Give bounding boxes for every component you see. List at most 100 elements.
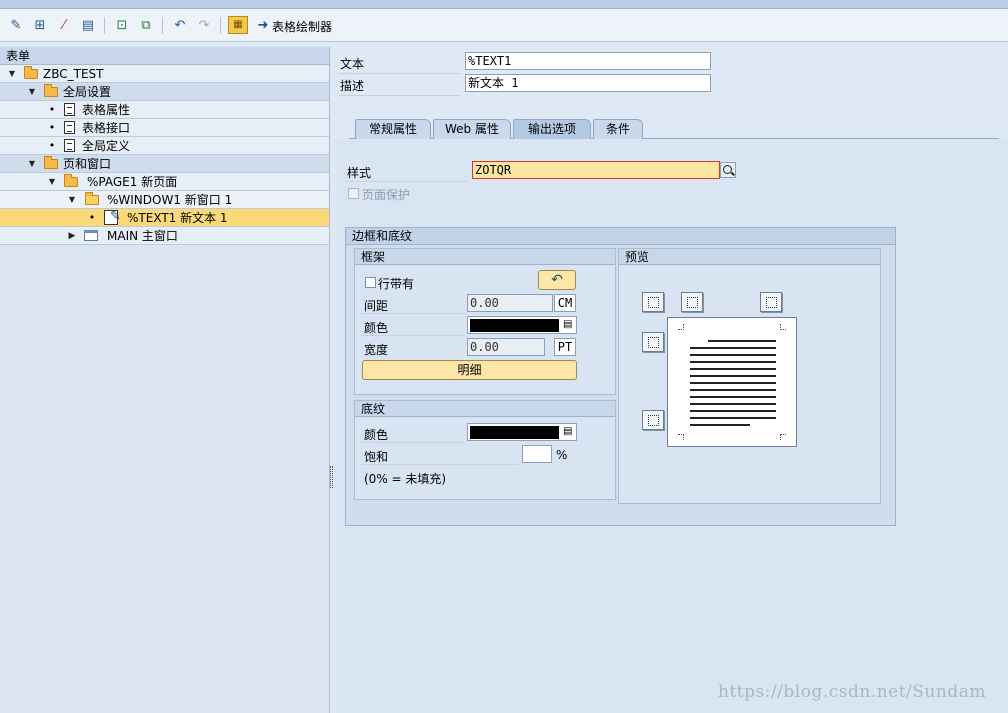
search-icon[interactable] — [720, 162, 736, 178]
tree-node-form-interface[interactable]: • 表格接口 — [0, 119, 329, 137]
saturation-field[interactable] — [522, 445, 552, 463]
page-protection-checkbox[interactable] — [348, 188, 359, 199]
redo-icon[interactable]: ↷ — [194, 16, 214, 34]
preview-text-line — [690, 410, 776, 412]
toolbar-separator — [220, 17, 221, 34]
preview-text-line — [690, 382, 776, 384]
hierarchy-icon[interactable]: ⊞ — [30, 16, 50, 34]
tree-node-global-settings[interactable]: ▼ 全局设置 — [0, 83, 329, 101]
tab-web-attributes[interactable]: Web 属性 — [433, 119, 511, 139]
panel-splitter-handle[interactable] — [330, 466, 333, 488]
pencil-glasses-icon[interactable]: ✎ — [6, 16, 26, 34]
tab-general-attributes[interactable]: 常规属性 — [355, 119, 431, 139]
shading-box: 底纹 颜色 ▤ 饱和 % (0% = 未填充) — [354, 400, 616, 500]
tree-node-global-definitions[interactable]: • 全局定义 — [0, 137, 329, 155]
color-swatch — [470, 319, 559, 332]
preview-text-line — [690, 403, 776, 405]
row-divider — [339, 95, 461, 96]
pencil-icon: ✎ — [110, 209, 121, 224]
preview-text-line — [690, 396, 776, 398]
undo-icon[interactable]: ↶ — [170, 16, 190, 34]
copy-node-icon[interactable]: ⧉ — [136, 16, 156, 34]
spacing-unit-field[interactable]: CM — [554, 294, 576, 312]
corner-mark — [678, 434, 684, 440]
expand-arrow-icon[interactable]: ▼ — [47, 173, 57, 191]
window-top-strip — [0, 0, 1008, 9]
preview-page — [667, 317, 797, 447]
shading-color-label: 颜色 — [364, 428, 389, 442]
tab-output-options[interactable]: 输出选项 — [513, 119, 591, 140]
frame-width-label: 宽度 — [364, 343, 389, 357]
color-swatch — [470, 426, 559, 439]
tree-node-form-attributes[interactable]: • 表格属性 — [0, 101, 329, 119]
collapse-arrow-icon[interactable]: ▶ — [67, 227, 77, 245]
table-painter-icon[interactable]: ▦ — [228, 16, 248, 34]
row-divider — [361, 313, 465, 314]
color-picker-icon[interactable]: ▤ — [563, 320, 572, 330]
frame-title: 框架 — [355, 249, 615, 265]
tree-header: 表单 — [0, 47, 329, 65]
width-unit-field[interactable]: PT — [554, 338, 576, 356]
color-picker-icon[interactable]: ▤ — [563, 427, 572, 437]
tree-node-label: 全局定义 — [82, 139, 131, 153]
insert-node-icon[interactable]: ⊡ — [112, 16, 132, 34]
border-left-button[interactable] — [642, 332, 664, 352]
tab-conditions[interactable]: 条件 — [593, 119, 643, 139]
magic-wand-icon[interactable]: ⁄ — [54, 16, 74, 34]
reset-undo-button[interactable]: ↶ — [538, 270, 576, 290]
tree-node-text1-selected[interactable]: • ✎ %TEXT1 新文本 1 — [0, 209, 329, 227]
tree-node-label: 页和窗口 — [63, 157, 112, 171]
expand-arrow-icon[interactable]: ▼ — [27, 83, 37, 101]
saturation-label: 饱和 — [364, 450, 389, 464]
description-field[interactable]: 新文本 1 — [465, 74, 711, 92]
spacing-field[interactable]: 0.00 — [467, 294, 553, 312]
arrow-right-icon[interactable]: ➜ — [253, 16, 273, 34]
row-with-checkbox[interactable] — [365, 277, 376, 288]
folder-open-icon — [64, 174, 78, 187]
document-icon — [64, 139, 75, 152]
bullet-icon: • — [88, 211, 96, 224]
tree-node-label: 表格接口 — [82, 121, 131, 135]
bullet-icon: • — [48, 121, 56, 134]
frame-width-field[interactable]: 0.00 — [467, 338, 545, 356]
border-right-top-button[interactable] — [760, 292, 782, 312]
preview-text-line — [690, 354, 776, 356]
border-left-top-button[interactable] — [642, 292, 664, 312]
bullet-icon: • — [48, 103, 56, 116]
expand-arrow-icon[interactable]: ▼ — [27, 155, 37, 173]
window-folder-icon — [85, 192, 99, 205]
columns-icon[interactable]: ▤ — [78, 16, 98, 34]
preview-box: 预览 — [618, 248, 881, 504]
detail-button[interactable]: 明细 — [362, 360, 577, 380]
frame-color-field[interactable]: ▤ — [467, 316, 577, 334]
toolbar-separator — [104, 17, 105, 34]
border-bottom-left-button[interactable] — [642, 410, 664, 430]
row-with-label: 行带有 — [378, 277, 415, 291]
border-top-button[interactable] — [681, 292, 703, 312]
folder-open-icon — [44, 156, 58, 169]
folder-open-icon — [44, 84, 58, 97]
tree-node-zbc-test[interactable]: ▼ ZBC_TEST — [0, 65, 329, 83]
table-painter-button[interactable]: 表格绘制器 — [272, 18, 332, 35]
tree-node-label: 表格属性 — [82, 103, 131, 117]
bullet-icon: • — [48, 139, 56, 152]
text-label: 文本 — [340, 57, 365, 71]
expand-arrow-icon[interactable]: ▼ — [67, 191, 77, 209]
tree-node-pages-windows[interactable]: ▼ 页和窗口 — [0, 155, 329, 173]
preview-text-line — [690, 347, 776, 349]
corner-mark — [780, 324, 786, 330]
preview-text-line — [690, 368, 776, 370]
application-toolbar: ✎ ⊞ ⁄ ▤ ⊡ ⧉ ↶ ↷ ▦ ➜ 表格绘制器 — [0, 9, 1008, 42]
tree-node-page1[interactable]: ▼ %PAGE1 新页面 — [0, 173, 329, 191]
text-name-field[interactable]: %TEXT1 — [465, 52, 711, 70]
tree-node-label: ZBC_TEST — [43, 67, 104, 81]
tree-node-window1[interactable]: ▼ %WINDOW1 新窗口 1 — [0, 191, 329, 209]
style-input[interactable]: ZOTQR — [472, 161, 720, 179]
expand-arrow-icon[interactable]: ▼ — [7, 65, 17, 83]
tree-node-main-window[interactable]: ▶ MAIN 主窗口 — [0, 227, 329, 245]
frame-box: 框架 行带有 ↶ 间距 0.00 CM 颜色 ▤ 宽度 0.00 PT 明细 — [354, 248, 616, 395]
style-label: 样式 — [347, 166, 372, 180]
folder-open-icon — [24, 66, 38, 79]
percent-sign: % — [556, 448, 568, 462]
shading-color-field[interactable]: ▤ — [467, 423, 577, 441]
